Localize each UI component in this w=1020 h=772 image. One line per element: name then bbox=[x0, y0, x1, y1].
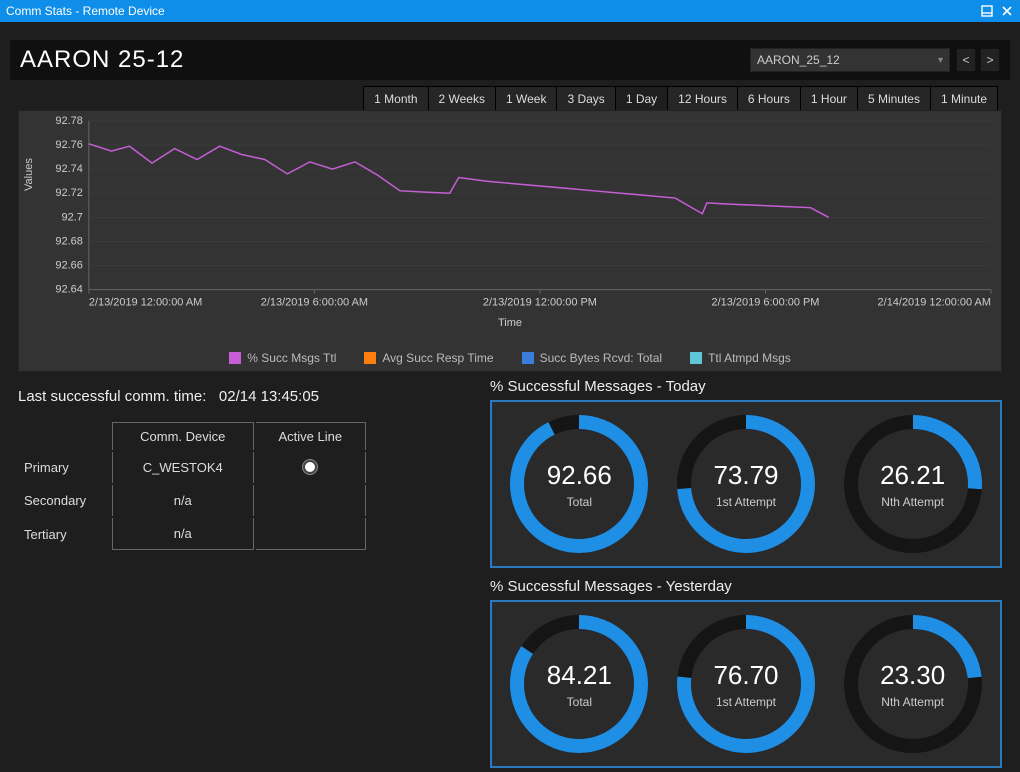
comm-row-device: n/a bbox=[112, 485, 254, 516]
legend-item[interactable]: % Succ Msgs Ttl bbox=[229, 351, 336, 365]
range-tab-1-month[interactable]: 1 Month bbox=[364, 87, 428, 111]
range-tab-2-weeks[interactable]: 2 Weeks bbox=[429, 87, 496, 111]
prev-device-button[interactable]: < bbox=[956, 48, 976, 72]
comm-row-device: n/a bbox=[112, 518, 254, 550]
comm-row-primary: PrimaryC_WESTOK4 bbox=[20, 452, 366, 483]
range-tab-3-days[interactable]: 3 Days bbox=[557, 87, 615, 111]
close-icon[interactable] bbox=[1000, 4, 1014, 18]
chevron-down-icon: ▾ bbox=[938, 55, 943, 66]
device-select[interactable]: AARON_25_12 ▾ bbox=[750, 48, 950, 72]
gauge: 23.30Nth Attempt bbox=[833, 606, 993, 762]
svg-text:2/13/2019 12:00:00 PM: 2/13/2019 12:00:00 PM bbox=[483, 297, 597, 309]
chart-legend: % Succ Msgs Ttl Avg Succ Resp Time Succ By… bbox=[19, 351, 1001, 365]
svg-text:92.7: 92.7 bbox=[62, 211, 83, 223]
legend-label: Succ Bytes Rcvd: Total bbox=[540, 351, 663, 365]
svg-text:2/13/2019 6:00:00 PM: 2/13/2019 6:00:00 PM bbox=[712, 297, 820, 309]
svg-text:92.66: 92.66 bbox=[55, 260, 82, 272]
device-select-value: AARON_25_12 bbox=[757, 53, 840, 67]
legend-item[interactable]: Ttl Atmpd Msgs bbox=[690, 351, 791, 365]
legend-swatch-icon bbox=[229, 352, 241, 364]
legend-swatch-icon bbox=[690, 352, 702, 364]
svg-text:92.78: 92.78 bbox=[55, 115, 82, 127]
window-titlebar: Comm Stats - Remote Device bbox=[0, 0, 1020, 22]
gauges-yesterday-title: % Successful Messages - Yesterday bbox=[490, 578, 732, 595]
gauge: 84.21Total bbox=[499, 606, 659, 762]
chart-y-label: Values bbox=[23, 158, 35, 191]
legend-label: Avg Succ Resp Time bbox=[382, 351, 493, 365]
range-tab-1-day[interactable]: 1 Day bbox=[616, 87, 668, 111]
range-tab-1-week[interactable]: 1 Week bbox=[496, 87, 557, 111]
svg-text:2/13/2019 6:00:00 AM: 2/13/2019 6:00:00 AM bbox=[261, 297, 368, 309]
comm-table-header-device: Comm. Device bbox=[112, 422, 254, 450]
comm-row-active[interactable] bbox=[256, 485, 366, 516]
legend-item[interactable]: Succ Bytes Rcvd: Total bbox=[522, 351, 663, 365]
chart-svg: 92.64 92.66 92.68 92.7 92.72 92.74 92.76 92.78 2… bbox=[19, 111, 1001, 371]
comm-row-role: Tertiary bbox=[20, 518, 110, 550]
gauges-today-box: 92.66Total73.791st Attempt26.21Nth Attem… bbox=[490, 400, 1002, 568]
chart-x-label: Time bbox=[19, 317, 1001, 329]
time-range-tabs: 1 Month2 Weeks1 Week3 Days1 Day12 Hours6… bbox=[363, 86, 998, 112]
svg-text:92.74: 92.74 bbox=[55, 163, 82, 175]
legend-swatch-icon bbox=[364, 352, 376, 364]
dock-icon[interactable] bbox=[980, 4, 994, 18]
comm-row-active[interactable] bbox=[256, 518, 366, 550]
comm-row-active[interactable] bbox=[256, 452, 366, 483]
chart-panel: 92.64 92.66 92.68 92.7 92.72 92.74 92.76 92.78 2… bbox=[18, 110, 1002, 372]
comm-row-secondary: Secondaryn/a bbox=[20, 485, 366, 516]
svg-text:92.72: 92.72 bbox=[55, 187, 82, 199]
next-device-button[interactable]: > bbox=[980, 48, 1000, 72]
range-tab-1-hour[interactable]: 1 Hour bbox=[801, 87, 858, 111]
svg-text:2/14/2019 12:00:00 AM: 2/14/2019 12:00:00 AM bbox=[878, 297, 991, 309]
comm-row-role: Secondary bbox=[20, 485, 110, 516]
gauge: 92.66Total bbox=[499, 406, 659, 562]
legend-item[interactable]: Avg Succ Resp Time bbox=[364, 351, 493, 365]
svg-text:92.68: 92.68 bbox=[55, 235, 82, 247]
gauge: 26.21Nth Attempt bbox=[833, 406, 993, 562]
range-tab-6-hours[interactable]: 6 Hours bbox=[738, 87, 801, 111]
legend-swatch-icon bbox=[522, 352, 534, 364]
gauge: 76.701st Attempt bbox=[666, 606, 826, 762]
gauge: 73.791st Attempt bbox=[666, 406, 826, 562]
legend-label: % Succ Msgs Ttl bbox=[247, 351, 336, 365]
radio-dot-icon bbox=[305, 462, 315, 472]
page-title: AARON 25-12 bbox=[20, 46, 750, 74]
comm-device-table: Comm. Device Active Line PrimaryC_WESTOK… bbox=[18, 420, 368, 552]
range-tab-12-hours[interactable]: 12 Hours bbox=[668, 87, 738, 111]
gauges-yesterday-box: 84.21Total76.701st Attempt23.30Nth Attem… bbox=[490, 600, 1002, 768]
last-comm-value: 02/14 13:45:05 bbox=[219, 388, 319, 405]
range-tab-1-minute[interactable]: 1 Minute bbox=[931, 87, 997, 111]
legend-label: Ttl Atmpd Msgs bbox=[708, 351, 791, 365]
svg-text:92.64: 92.64 bbox=[55, 284, 82, 296]
svg-text:2/13/2019 12:00:00 AM: 2/13/2019 12:00:00 AM bbox=[89, 297, 202, 309]
comm-table-header-active: Active Line bbox=[256, 422, 366, 450]
header-bar: AARON 25-12 AARON_25_12 ▾ < > bbox=[10, 40, 1010, 80]
gauges-today-title: % Successful Messages - Today bbox=[490, 378, 706, 395]
comm-row-role: Primary bbox=[20, 452, 110, 483]
comm-row-tertiary: Tertiaryn/a bbox=[20, 518, 366, 550]
range-tab-5-minutes[interactable]: 5 Minutes bbox=[858, 87, 931, 111]
last-comm-label: Last successful comm. time: bbox=[18, 388, 206, 405]
window-title: Comm Stats - Remote Device bbox=[6, 4, 980, 18]
svg-text:92.76: 92.76 bbox=[55, 139, 82, 151]
last-comm-time: Last successful comm. time: 02/14 13:45:… bbox=[18, 388, 319, 405]
comm-row-device: C_WESTOK4 bbox=[112, 452, 254, 483]
